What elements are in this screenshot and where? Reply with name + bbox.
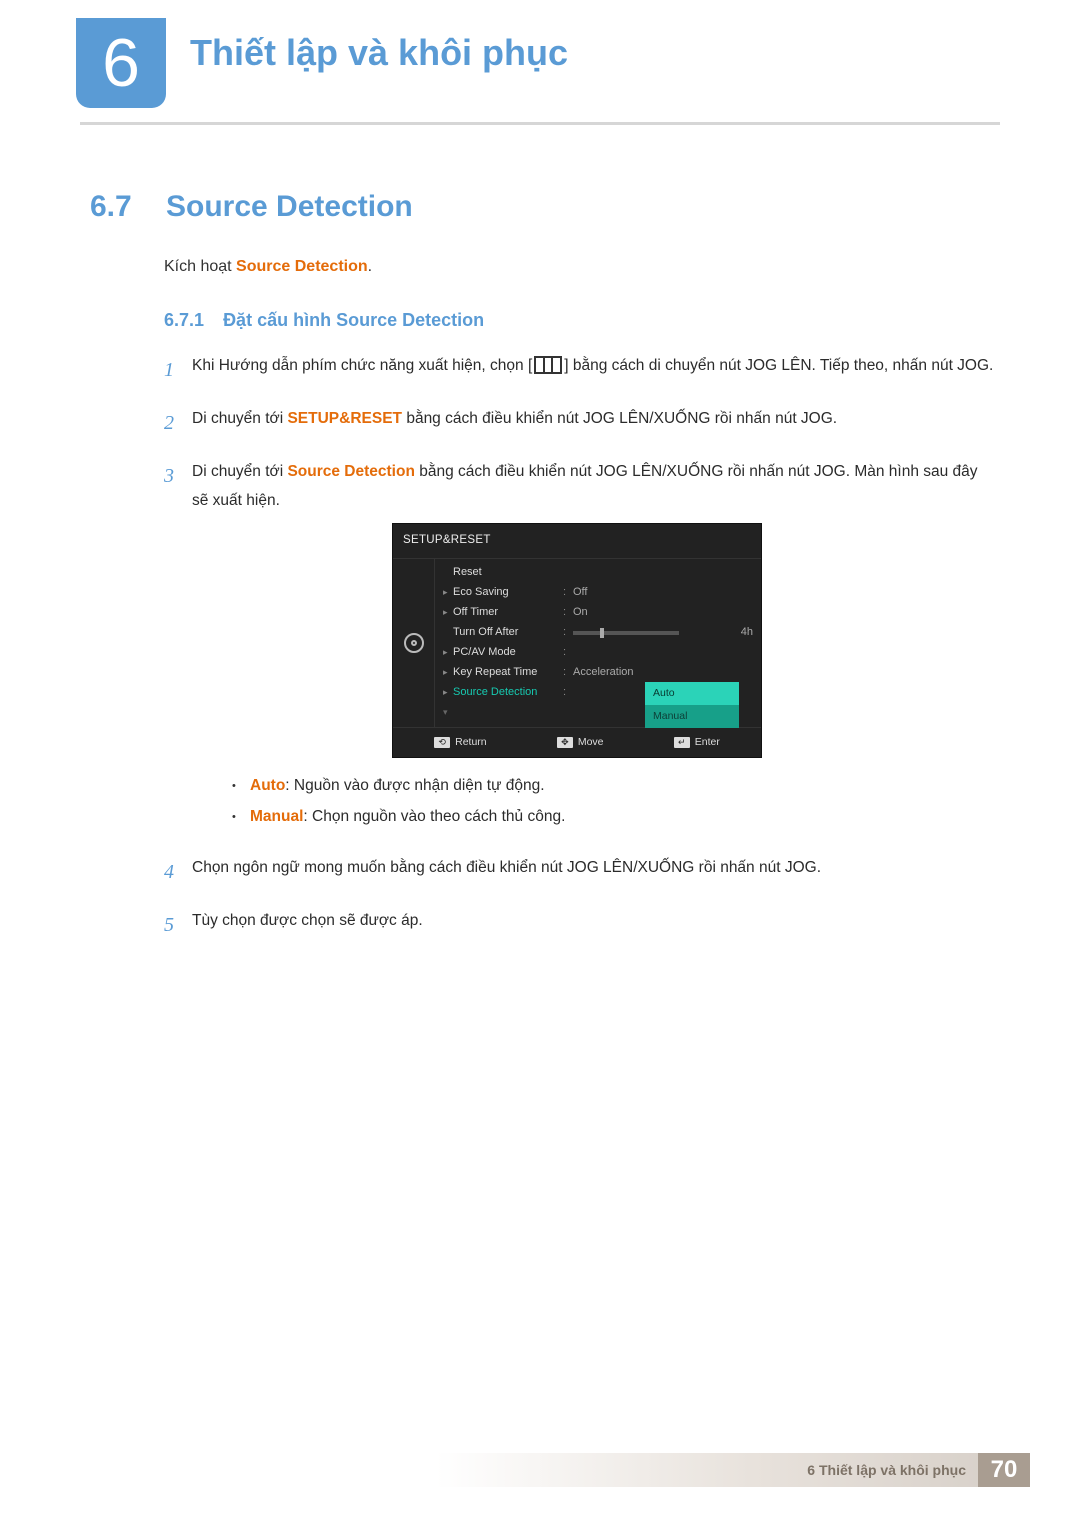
osd-row-turnoff: Turn Off After:4h (435, 623, 761, 643)
osd-footer: ⟲ Return ✥ Move ↵ Enter (393, 727, 761, 757)
step-text: Chọn ngôn ngữ mong muốn bằng cách điều k… (192, 854, 994, 891)
intro-text: Kích hoạt Source Detection. (164, 258, 372, 276)
osd-row-sourcedetection: ▸Source Detection: Auto Manual (435, 683, 761, 703)
enter-icon: ↵ (674, 737, 690, 748)
slider (573, 631, 679, 635)
text: : Chọn nguồn vào theo cách thủ công. (303, 808, 565, 825)
gear-icon (404, 633, 424, 653)
page: 6 Thiết lập và khôi phục 6.7 Source Dete… (0, 0, 1080, 1527)
highlight: Auto (250, 777, 285, 794)
label: Enter (695, 733, 720, 752)
value: Acceleration (573, 662, 753, 682)
text: Khi Hướng dẫn phím chức năng xuất hiện, … (192, 357, 532, 374)
osd-screenshot: SETUP&RESET Reset ▸Eco Saving:Off ▸Off T… (392, 523, 994, 758)
label: Off Timer (453, 602, 563, 622)
highlight: Source Detection (287, 463, 414, 480)
osd-panel: SETUP&RESET Reset ▸Eco Saving:Off ▸Off T… (392, 523, 762, 758)
step-1: 1 Khi Hướng dẫn phím chức năng xuất hiện… (164, 352, 994, 389)
value: 4h (719, 622, 753, 642)
osd-body: Reset ▸Eco Saving:Off ▸Off Timer:On Turn… (393, 559, 761, 727)
osd-footer-move: ✥ Move (557, 733, 604, 752)
osd-title: SETUP&RESET (393, 524, 761, 558)
menu-icon (534, 356, 562, 374)
text: bằng cách điều khiển nút JOG LÊN/XUỐNG r… (402, 410, 837, 427)
section-title: Source Detection (166, 190, 413, 224)
step-text: Di chuyển tới Source Detection bằng cách… (192, 458, 994, 838)
bullet-auto: Auto: Nguồn vào được nhận diện tự động. (232, 770, 994, 801)
text: Di chuyển tới (192, 410, 287, 427)
text: : Nguồn vào được nhận diện tự động. (285, 777, 544, 794)
highlight: SETUP&RESET (287, 410, 402, 427)
text: ] bằng cách di chuyển nút JOG LÊN. Tiếp … (564, 357, 993, 374)
label: Key Repeat Time (453, 662, 563, 682)
step-number: 3 (164, 458, 192, 838)
osd-row-reset: Reset (435, 563, 761, 583)
chapter-badge: 6 (76, 18, 166, 108)
osd-row-offtimer: ▸Off Timer:On (435, 603, 761, 623)
option-auto: Auto (645, 682, 739, 705)
value: Off (573, 582, 753, 602)
step-text: Khi Hướng dẫn phím chức năng xuất hiện, … (192, 352, 994, 389)
page-footer: 6 Thiết lập và khôi phục 70 (74, 1453, 1030, 1487)
chapter-number: 6 (102, 29, 140, 97)
step-number: 1 (164, 352, 192, 389)
subsection-heading: 6.7.1 Đặt cấu hình Source Detection (164, 310, 484, 331)
step-number: 2 (164, 405, 192, 442)
step-text: Tùy chọn được chọn sẽ được áp. (192, 907, 994, 944)
page-number: 70 (978, 1453, 1030, 1487)
label: Reset (453, 562, 563, 582)
step-number: 4 (164, 854, 192, 891)
intro-suffix: . (368, 258, 372, 275)
label: Turn Off After (453, 622, 563, 642)
step-3: 3 Di chuyển tới Source Detection bằng cá… (164, 458, 994, 838)
step-5: 5 Tùy chọn được chọn sẽ được áp. (164, 907, 994, 944)
text: Di chuyển tới (192, 463, 287, 480)
osd-footer-enter: ↵ Enter (674, 733, 720, 752)
intro-highlight: Source Detection (236, 258, 368, 275)
osd-row-pcav: ▸PC/AV Mode: (435, 643, 761, 663)
label: Return (455, 733, 487, 752)
section-number: 6.7 (90, 190, 132, 224)
options-bullets: Auto: Nguồn vào được nhận diện tự động. … (232, 770, 994, 832)
chapter-title: Thiết lập và khôi phục (190, 32, 568, 74)
return-icon: ⟲ (434, 737, 450, 748)
step-2: 2 Di chuyển tới SETUP&RESET bằng cách đi… (164, 405, 994, 442)
osd-row-eco: ▸Eco Saving:Off (435, 583, 761, 603)
step-number: 5 (164, 907, 192, 944)
option-manual: Manual (645, 705, 739, 728)
label: Move (578, 733, 604, 752)
intro-prefix: Kích hoạt (164, 258, 236, 275)
osd-footer-return: ⟲ Return (434, 733, 487, 752)
osd-select-dropdown: Auto Manual (645, 682, 739, 729)
steps-list: 1 Khi Hướng dẫn phím chức năng xuất hiện… (164, 352, 994, 960)
step-4: 4 Chọn ngôn ngữ mong muốn bằng cách điều… (164, 854, 994, 891)
subsection-number: 6.7.1 (164, 310, 204, 330)
label: Eco Saving (453, 582, 563, 602)
label: Source Detection (453, 682, 563, 702)
highlight: Manual (250, 808, 303, 825)
osd-row-keyrepeat: ▸Key Repeat Time:Acceleration (435, 663, 761, 683)
divider (80, 122, 1000, 125)
move-icon: ✥ (557, 737, 573, 748)
label: PC/AV Mode (453, 642, 563, 662)
subsection-title: Đặt cấu hình Source Detection (223, 310, 484, 330)
osd-rows: Reset ▸Eco Saving:Off ▸Off Timer:On Turn… (435, 559, 761, 727)
step-text: Di chuyển tới SETUP&RESET bằng cách điều… (192, 405, 994, 442)
footer-text: 6 Thiết lập và khôi phục (74, 1453, 978, 1487)
value: On (573, 602, 753, 622)
osd-icon-column (393, 559, 435, 727)
bullet-manual: Manual: Chọn nguồn vào theo cách thủ côn… (232, 801, 994, 832)
